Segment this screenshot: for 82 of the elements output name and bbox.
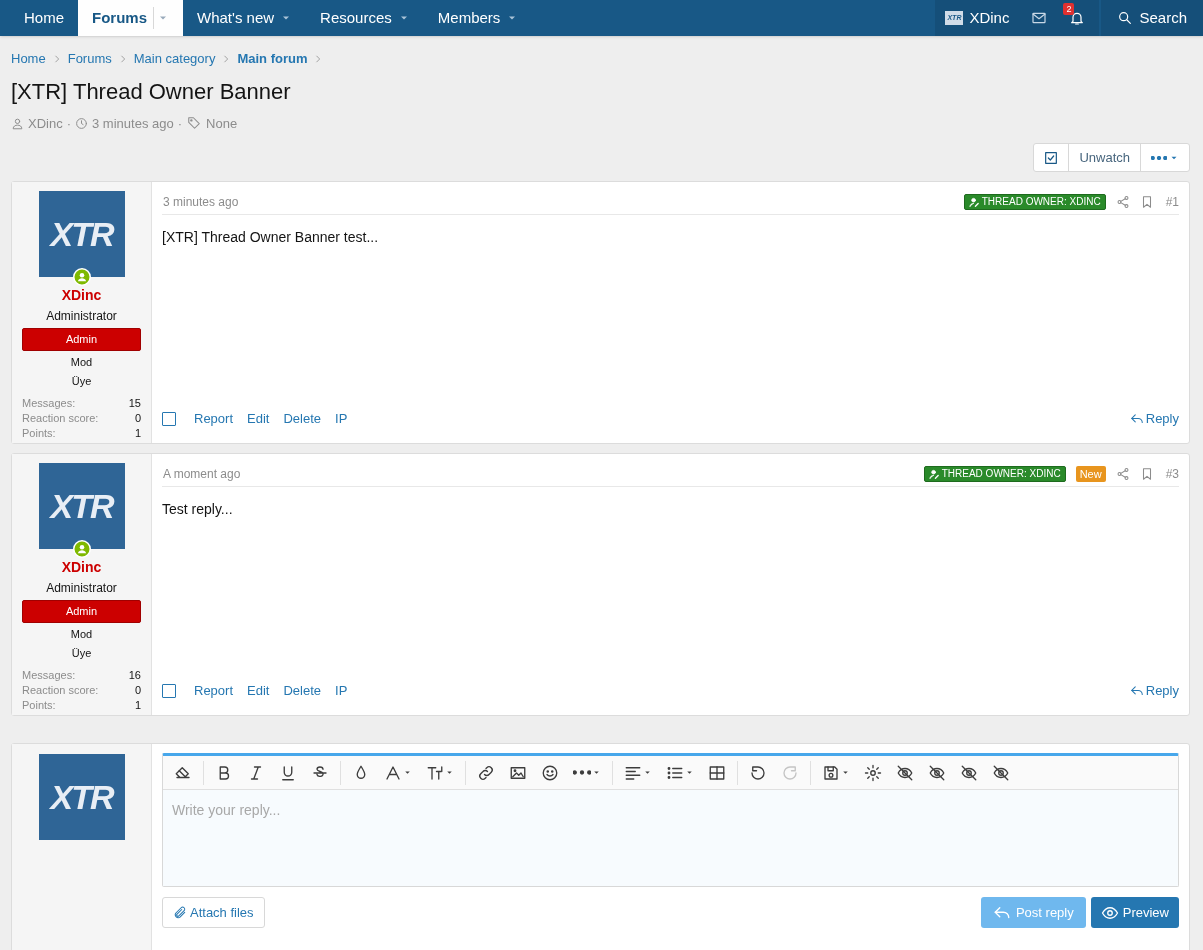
post-author-name[interactable]: XDinc	[61, 557, 102, 578]
user-title: Administrator	[46, 580, 117, 597]
search-icon	[1117, 10, 1134, 26]
stat-value: 16	[128, 667, 141, 683]
checked-box-icon	[1043, 149, 1060, 166]
stat-label: Reaction score:	[22, 410, 99, 426]
stat-value: 15	[128, 395, 141, 411]
nav-tab[interactable]: Resources	[306, 0, 424, 36]
post-action-link[interactable]: Edit	[247, 681, 270, 701]
breadcrumb-link[interactable]: Forums	[67, 49, 112, 69]
tag-icon	[186, 116, 203, 131]
share-icon[interactable]	[1115, 195, 1130, 209]
post-number-link[interactable]: #1	[1165, 193, 1179, 211]
thread-tags: None	[206, 113, 238, 133]
user-group-label: Üye	[71, 646, 92, 661]
post-body: [XTR] Thread Owner Banner test...	[162, 228, 380, 247]
user-title: Administrator	[46, 308, 117, 325]
reply-input-field[interactable]: Write your reply...	[163, 790, 1178, 886]
user-group-label: Mod	[70, 354, 93, 370]
alerts-button[interactable]: 2	[1059, 0, 1100, 36]
thread-owner-banner: THREAD OWNER: XDINC	[963, 194, 1106, 210]
stat-value: 0	[134, 682, 141, 698]
alert-count-badge: 2	[1063, 3, 1075, 15]
select-checkbox[interactable]	[162, 684, 176, 698]
user-group-label: Üye	[71, 374, 92, 389]
reply-link[interactable]: Reply	[1129, 409, 1179, 429]
post-action-link[interactable]: Delete	[283, 409, 321, 429]
post-action-link[interactable]: IP	[335, 681, 348, 701]
nav-tab[interactable]: Forums	[78, 0, 184, 36]
stat-label: Points:	[22, 425, 56, 441]
clock-icon	[75, 116, 89, 130]
post-time[interactable]: 3 minutes ago	[162, 193, 239, 211]
thread-author[interactable]: XDinc	[28, 113, 63, 133]
paperclip-icon	[173, 905, 187, 920]
select-checkbox[interactable]	[162, 412, 176, 426]
preview-button[interactable]: Preview	[1090, 897, 1179, 928]
avatar-logo: XTR	[38, 191, 125, 277]
user-banner: Admin	[22, 328, 141, 351]
post-action-link[interactable]: Report	[194, 409, 234, 429]
post-time[interactable]: A moment ago	[162, 465, 241, 483]
reply-link[interactable]: Reply	[1129, 681, 1179, 701]
stat-value: 1	[134, 425, 141, 441]
thread-owner-banner: THREAD OWNER: XDINC	[923, 466, 1066, 482]
avatar-logo: XTR	[38, 463, 125, 549]
stat-label: Reaction score:	[22, 682, 99, 698]
post-body: Test reply...	[162, 500, 234, 519]
post-number-link[interactable]: #3	[1165, 465, 1179, 483]
bell-icon	[1069, 10, 1086, 26]
stat-label: Messages:	[22, 667, 76, 683]
meta-separator: ·	[177, 114, 183, 133]
thread-time: 3 minutes ago	[92, 114, 174, 133]
nav-tab[interactable]: Home	[10, 0, 78, 36]
meta-separator: ·	[66, 114, 72, 133]
new-label: New	[1075, 466, 1106, 482]
stat-label: Points:	[22, 697, 56, 713]
breadcrumb-link[interactable]: Main forum	[237, 49, 308, 69]
post-author-name[interactable]: XDinc	[61, 285, 102, 306]
share-icon[interactable]	[1115, 467, 1130, 481]
post-action-link[interactable]: Report	[194, 681, 234, 701]
stat-label: Messages:	[22, 395, 76, 411]
ellipsis-icon	[1151, 155, 1167, 160]
user-group-label: Mod	[70, 626, 93, 642]
nav-tab[interactable]: Members	[423, 0, 533, 36]
reply-arrow-icon	[1129, 684, 1144, 698]
breadcrumb-link[interactable]: Main category	[133, 49, 216, 69]
user-banner: Admin	[22, 600, 141, 623]
post-action-link[interactable]: Delete	[283, 681, 321, 701]
search-button[interactable]: Search	[1101, 0, 1203, 36]
stat-value: 1	[134, 697, 141, 713]
thread-title: [XTR] Thread Owner Banner	[11, 77, 292, 106]
attach-files-button[interactable]: Attach files	[162, 897, 265, 928]
envelope-icon	[1031, 10, 1048, 26]
post-action-link[interactable]: Edit	[247, 409, 270, 429]
nav-tab[interactable]: What's new	[183, 0, 307, 36]
stat-value: 0	[134, 410, 141, 426]
breadcrumb-link[interactable]: Home	[11, 49, 46, 69]
reply-arrow-icon	[1129, 412, 1144, 426]
user-icon	[11, 116, 24, 130]
user-edit-icon	[968, 196, 980, 208]
user-edit-icon	[928, 468, 940, 480]
post-action-link[interactable]: IP	[335, 409, 348, 429]
avatar-logo: XTR	[38, 754, 125, 840]
